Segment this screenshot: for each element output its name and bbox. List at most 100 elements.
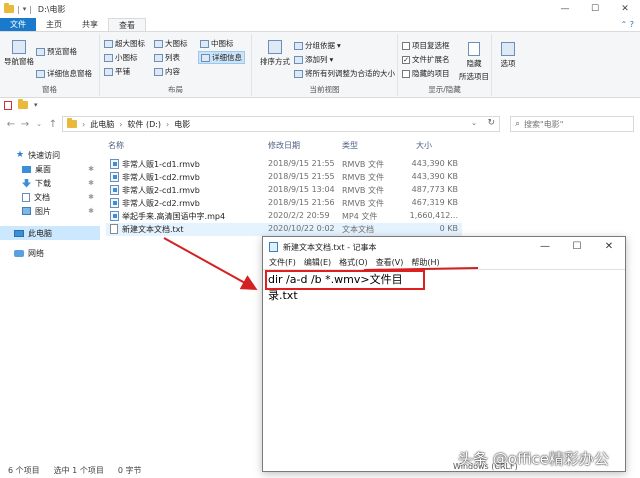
menu-view[interactable]: 查看(V) <box>376 257 404 269</box>
menu-help[interactable]: 帮助(H) <box>411 257 439 269</box>
layout-small[interactable]: 小图标 <box>104 52 138 63</box>
options-label: 选项 <box>500 59 516 68</box>
layout-large[interactable]: 大图标 <box>154 38 188 49</box>
layout-details[interactable]: 详细信息 <box>198 51 245 64</box>
customize-icon[interactable]: ▾ <box>34 101 38 109</box>
group-by-icon <box>294 41 303 50</box>
hide-selected-label: 隐藏 <box>466 59 482 68</box>
search-icon: ⌕ <box>515 119 521 129</box>
search-box[interactable]: ⌕ <box>510 116 634 132</box>
options-button[interactable]: 选项 <box>498 42 518 69</box>
nav-downloads[interactable]: 下载 ✱ <box>0 176 100 190</box>
menu-file[interactable]: 文件(F) <box>269 257 296 269</box>
tab-home[interactable]: 主页 <box>36 18 72 31</box>
search-input[interactable] <box>524 119 625 129</box>
fit-columns-button[interactable]: 将所有列调整为合适的大小 <box>294 68 395 79</box>
show-hide-group-label: 显示/隐藏 <box>428 85 461 94</box>
hide-selected-icon <box>468 42 480 56</box>
tab-share[interactable]: 共享 <box>72 18 108 31</box>
recent-icon[interactable]: ⌄ <box>32 120 46 128</box>
menu-format[interactable]: 格式(O) <box>339 257 368 269</box>
properties-icon[interactable] <box>4 100 12 110</box>
group-by-button[interactable]: 分组依据 ▾ <box>294 40 341 51</box>
breadcrumb-folder[interactable]: 电影 <box>174 119 190 130</box>
maximize-button[interactable]: ☐ <box>561 237 593 257</box>
tab-file[interactable]: 文件 <box>0 18 36 31</box>
nav-network[interactable]: 网络 <box>0 246 100 260</box>
column-header-name[interactable]: 名称 <box>108 140 124 154</box>
layout-medium[interactable]: 中图标 <box>200 38 234 49</box>
close-button[interactable]: ✕ <box>610 0 640 18</box>
nav-documents[interactable]: 文档 ✱ <box>0 190 100 204</box>
preview-pane-button[interactable]: 预览窗格 <box>36 46 77 57</box>
help-icon[interactable]: ⌃ ? <box>621 20 635 29</box>
nav-label: 桌面 <box>35 164 51 174</box>
file-size: 467,319 KB <box>411 198 458 207</box>
file-row[interactable]: 举起手来.高清国语中字.mp4 2020/2/2 20:59 MP4 文件 1,… <box>106 210 462 223</box>
file-extensions-toggle[interactable]: ✓ 文件扩展名 <box>402 54 450 65</box>
column-header-date[interactable]: 修改日期 <box>268 140 300 154</box>
column-header-type[interactable]: 类型 <box>342 140 358 154</box>
layout-label: 详细信息 <box>212 53 242 62</box>
layout-content[interactable]: 内容 <box>154 66 180 77</box>
refresh-icon[interactable]: ↻ <box>487 118 495 128</box>
add-column-button[interactable]: 添加列 ▾ <box>294 54 333 65</box>
chevron-down-icon: ▾ <box>337 41 341 50</box>
forward-icon[interactable]: → <box>18 119 32 130</box>
hide-selected-label-2: 所选项目 <box>459 72 489 81</box>
sort-by-button[interactable]: 排序方式 <box>258 40 292 67</box>
file-row-selected[interactable]: 新建文本文档.txt 2020/10/22 0:02 文本文档 0 KB <box>106 223 462 236</box>
notepad-editor[interactable]: dir /a-d /b *.wmv>文件目录.txt Windows (CRLF… <box>263 269 625 473</box>
nav-desktop[interactable]: 桌面 ✱ <box>0 162 100 176</box>
layout-list[interactable]: 列表 <box>154 52 180 63</box>
layout-tiles[interactable]: 平铺 <box>104 66 130 77</box>
new-folder-icon[interactable] <box>18 99 28 109</box>
menu-edit[interactable]: 编辑(E) <box>304 257 331 269</box>
options-group: 选项 <box>492 34 522 96</box>
details-pane-button[interactable]: 详细信息窗格 <box>36 68 92 79</box>
checkbox-checked[interactable]: ✓ <box>402 55 410 64</box>
file-date: 2020/10/22 0:02 <box>268 224 335 233</box>
checkbox-unchecked[interactable] <box>402 69 410 78</box>
hide-selected-button[interactable]: 隐藏 所选项目 <box>458 42 490 82</box>
column-header-size[interactable]: 大小 <box>416 140 432 154</box>
file-date: 2018/9/15 21:56 <box>268 198 335 207</box>
hidden-items-toggle[interactable]: 隐藏的项目 <box>402 68 450 79</box>
minimize-button[interactable]: — <box>550 0 580 18</box>
details-pane-label: 详细信息窗格 <box>47 69 92 78</box>
layout-group: 超大图标 大图标 中图标 小图标 列表 详细信息 平铺 内容 布局 <box>100 34 252 96</box>
file-row[interactable]: 非常人贩1-cd1.rmvb 2018/9/15 21:55 RMVB 文件 4… <box>106 158 462 171</box>
dropdown-icon[interactable]: ▾ <box>23 5 27 13</box>
item-checkboxes-toggle[interactable]: 项目复选框 <box>402 40 450 51</box>
nav-pane-icon <box>12 40 26 54</box>
download-icon <box>22 178 31 188</box>
file-name: 非常人贩1-cd1.rmvb <box>122 160 200 169</box>
file-row[interactable]: 非常人贩1-cd2.rmvb 2018/9/15 21:55 RMVB 文件 4… <box>106 171 462 184</box>
breadcrumb-this-pc[interactable]: 此电脑 <box>90 119 114 130</box>
back-icon[interactable]: ← <box>4 119 18 130</box>
file-date: 2018/9/15 21:55 <box>268 172 335 181</box>
nav-pictures[interactable]: 图片 ✱ <box>0 204 100 218</box>
minimize-button[interactable]: — <box>529 237 561 257</box>
hidden-items-label: 隐藏的项目 <box>412 69 450 78</box>
chevron-down-icon[interactable]: ⌄ <box>471 119 477 127</box>
file-row[interactable]: 非常人贩2-cd1.rmvb 2018/9/15 13:04 RMVB 文件 4… <box>106 184 462 197</box>
nav-label: 此电脑 <box>28 228 52 238</box>
nav-quick-access[interactable]: ★ 快速访问 <box>0 148 100 162</box>
options-icon <box>501 42 515 56</box>
breadcrumb-drive[interactable]: 软件 (D:) <box>127 119 161 130</box>
address-bar[interactable]: › 此电脑 › 软件 (D:) › 电影 ⌄ ↻ <box>62 116 500 132</box>
maximize-button[interactable]: ☐ <box>580 0 610 18</box>
nav-this-pc[interactable]: 此电脑 <box>0 226 100 240</box>
tab-view[interactable]: 查看 <box>108 18 146 31</box>
up-icon[interactable]: ↑ <box>46 119 60 130</box>
file-name: 非常人贩1-cd2.rmvb <box>122 173 200 182</box>
list-icon <box>154 53 163 62</box>
close-button[interactable]: ✕ <box>593 237 625 257</box>
layout-extra-large[interactable]: 超大图标 <box>104 38 145 49</box>
file-row[interactable]: 非常人贩2-cd2.rmvb 2018/9/15 21:56 RMVB 文件 4… <box>106 197 462 210</box>
checkbox-unchecked[interactable] <box>402 41 410 50</box>
notepad-text-content[interactable]: dir /a-d /b *.wmv>文件目录.txt <box>265 270 425 302</box>
nav-pane-button[interactable]: 导航窗格 <box>4 40 34 67</box>
ribbon-tabs: 文件 主页 共享 查看 ⌃ ? <box>0 18 640 32</box>
